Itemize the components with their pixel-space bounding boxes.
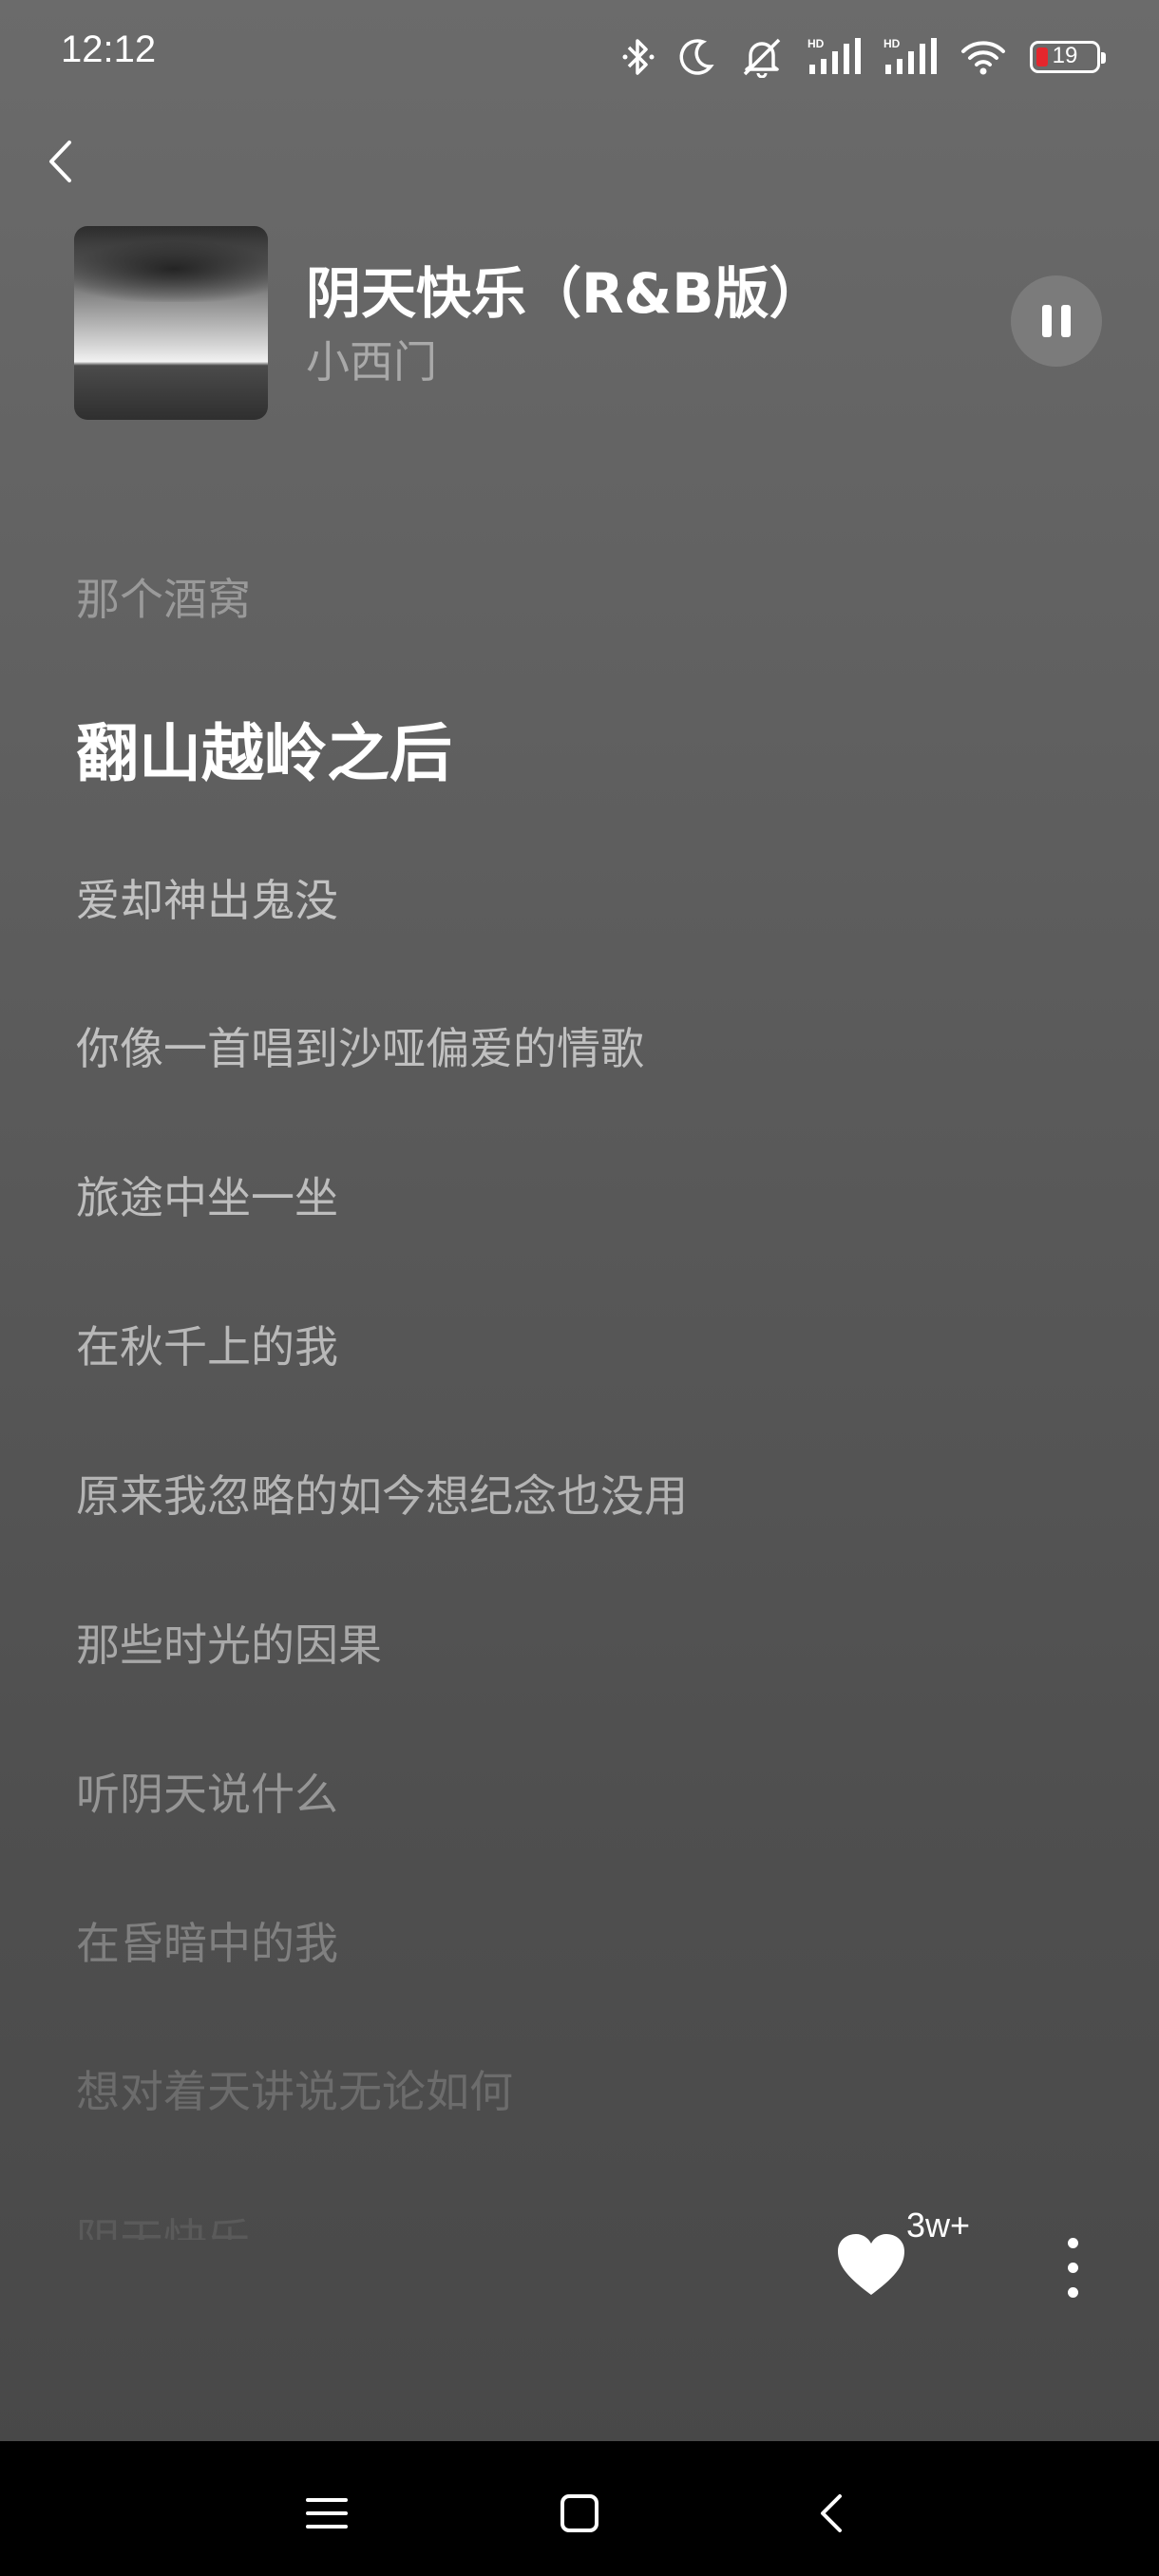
hd-signal-icon: HD [884, 37, 937, 74]
back-chevron-icon [821, 2494, 842, 2532]
lyric-line[interactable]: 原来我忽略的如今想纪念也没用 [76, 1462, 688, 1525]
battery-icon: 19 [1030, 41, 1106, 73]
lyric-line[interactable]: 阴天快乐 [76, 2206, 251, 2240]
nav-home-button[interactable] [551, 2485, 608, 2542]
menu-icon [306, 2498, 348, 2529]
navigation-bar [0, 2441, 1159, 2576]
hd-signal-icon: HD [808, 37, 861, 74]
lyric-line[interactable]: 那些时光的因果 [76, 1611, 382, 1674]
pause-icon [1042, 305, 1052, 337]
battery-level-text: 19 [1052, 43, 1078, 68]
nav-back-button[interactable] [804, 2485, 861, 2542]
more-options-button[interactable] [1054, 2230, 1092, 2306]
status-time: 12:12 [61, 28, 157, 70]
do-not-disturb-moon-icon [679, 39, 714, 75]
svg-text:HD: HD [884, 37, 901, 50]
album-cover[interactable] [74, 226, 268, 420]
lyric-line[interactable]: 爱却神出鬼没 [76, 866, 338, 929]
back-button[interactable] [38, 133, 95, 190]
lyric-line[interactable]: 旅途中坐一坐 [76, 1164, 338, 1226]
lyric-line-current[interactable]: 翻山越岭之后 [76, 703, 452, 794]
like-button[interactable] [836, 2232, 906, 2299]
artist-name[interactable]: 小西门 [306, 328, 437, 390]
svg-text:HD: HD [808, 37, 825, 50]
bluetooth-icon [622, 39, 655, 75]
lyric-line[interactable]: 在昏暗中的我 [76, 1909, 338, 1972]
lyric-line[interactable]: 听阴天说什么 [76, 1760, 338, 1823]
heart-icon [838, 2234, 904, 2295]
lyric-line[interactable]: 想对着天讲说无论如何 [76, 2057, 513, 2120]
lyric-line[interactable]: 在秋千上的我 [76, 1313, 338, 1375]
status-bar: 12:12 HD HD 19 [0, 0, 1159, 114]
like-count: 3w+ [906, 2206, 971, 2245]
song-title: 阴天快乐（R&B版） [306, 261, 825, 326]
chevron-left-icon [49, 141, 71, 182]
nav-menu-button[interactable] [298, 2485, 355, 2542]
mute-bell-icon [743, 38, 781, 78]
home-square-icon [560, 2494, 598, 2532]
lyric-line[interactable]: 你像一首唱到沙哑偏爱的情歌 [76, 1014, 644, 1077]
pause-button[interactable] [1011, 275, 1102, 367]
lyric-line[interactable]: 那个酒窝 [76, 565, 251, 628]
status-icons: HD HD 19 [621, 32, 1106, 82]
wifi-icon [961, 41, 1005, 75]
